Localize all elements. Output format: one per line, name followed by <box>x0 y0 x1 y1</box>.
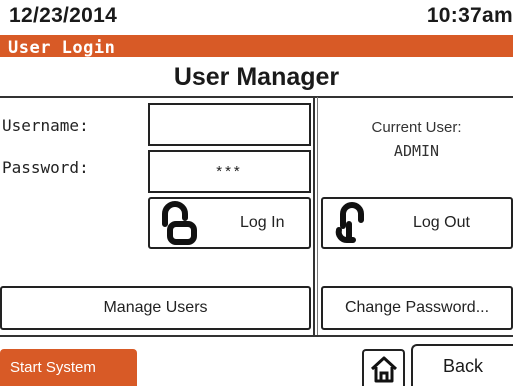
manage-users-label: Manage Users <box>103 299 208 316</box>
back-label: Back <box>442 355 484 376</box>
manage-users-button[interactable]: Manage Users <box>0 286 311 330</box>
log-out-button[interactable]: Log Out <box>321 197 513 249</box>
start-system-button[interactable]: Start System <box>0 349 137 386</box>
log-in-button[interactable]: Log In <box>148 197 311 249</box>
current-user-value: ADMIN <box>393 142 440 160</box>
home-icon <box>369 354 399 384</box>
center-divider-right <box>317 97 318 335</box>
password-label: Password: <box>2 158 89 177</box>
page-title: User Manager <box>173 63 340 91</box>
header-divider <box>0 96 513 98</box>
status-time: 10:37am <box>426 4 513 27</box>
start-system-label: Start System <box>10 359 96 376</box>
username-field[interactable] <box>148 103 311 146</box>
back-button[interactable]: Back <box>411 344 513 386</box>
lock-icon <box>156 200 202 246</box>
footer-divider <box>0 335 513 337</box>
lock-icon <box>329 200 373 246</box>
home-button[interactable] <box>362 349 405 386</box>
title-bar-text: User Login <box>8 38 116 58</box>
status-date: 12/23/2014 <box>9 4 118 27</box>
change-password-button[interactable]: Change Password... <box>321 286 513 330</box>
current-user-label: Current User: <box>371 119 462 136</box>
password-field[interactable]: *** <box>148 150 311 193</box>
log-out-label: Log Out <box>413 214 470 231</box>
change-password-label: Change Password... <box>344 299 490 316</box>
log-in-label: Log In <box>240 214 285 231</box>
username-label: Username: <box>2 116 89 135</box>
center-divider-left <box>313 97 315 335</box>
